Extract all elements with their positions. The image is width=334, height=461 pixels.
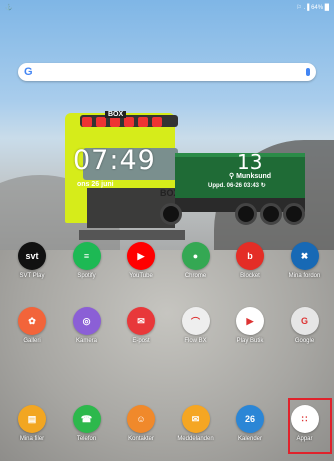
app-label: Google [294, 338, 315, 344]
clock-time[interactable]: 07:49 [73, 145, 156, 176]
messages-icon: ✉ [181, 405, 210, 433]
weather-updated: Uppd. 06-26 03:43 ↻ [208, 183, 266, 189]
app-label: Kontakter [128, 436, 154, 442]
app-label: Kamera [75, 338, 97, 344]
app-label: Flow BX [184, 338, 207, 344]
app-label: Chrome [184, 273, 207, 279]
app-label: Meddelanden [177, 436, 214, 442]
weather-location-text: Munksund [236, 173, 272, 180]
truck-wheel [283, 203, 305, 225]
app-label: Telefon [76, 436, 97, 442]
mina-fordon-icon: ✖ [290, 242, 319, 270]
blocket-icon: b [236, 242, 264, 270]
app-messages[interactable]: ✉ Meddelanden [169, 405, 223, 442]
weather-updated-text: Uppd. 06-26 03:43 [208, 183, 260, 189]
app-label: E-post [132, 338, 150, 344]
google-folder-icon: G [290, 307, 319, 335]
app-files[interactable]: ▤ Mina filer [5, 405, 59, 442]
google-search-bar[interactable]: G [18, 63, 316, 81]
truck-wheel [260, 203, 282, 225]
app-blocket[interactable]: b Blocket [223, 242, 277, 279]
play-store-icon: ▶ [236, 307, 264, 335]
app-mina-fordon[interactable]: ✖ Mina fordon [278, 242, 332, 279]
app-play-store[interactable]: ▶ Play Butik [223, 307, 277, 344]
app-label: Blocket [240, 273, 260, 279]
email-icon: ✉ [127, 307, 155, 335]
clock-date: ons 26 juni [77, 181, 114, 188]
app-label: Play Butik [236, 338, 264, 344]
files-icon: ▤ [18, 405, 46, 433]
app-calendar[interactable]: 26 Kalender [223, 405, 277, 442]
app-phone[interactable]: ☎ Telefon [60, 405, 114, 442]
apps-highlight-box [288, 398, 332, 454]
app-label: Mina fordon [288, 273, 321, 279]
flow-bx-icon: ⌒ [181, 307, 210, 335]
app-flow-bx[interactable]: ⌒ Flow BX [169, 307, 223, 344]
app-label: Spotify [77, 273, 96, 279]
youtube-icon: ▶ [127, 242, 155, 270]
svt-play-icon: svt [18, 242, 46, 270]
app-label: SVT Play [19, 273, 45, 279]
truck-lightbar [80, 115, 178, 127]
truck-wheel [235, 203, 257, 225]
gallery-icon: ✿ [18, 307, 46, 335]
camera-icon: ◎ [72, 307, 101, 335]
truck-wheel [160, 203, 182, 225]
app-label: Kalender [237, 436, 263, 442]
status-left: ⚓ [5, 4, 13, 11]
contacts-icon: ☺ [127, 405, 155, 433]
app-camera[interactable]: ◎ Kamera [60, 307, 114, 344]
app-chrome[interactable]: ● Chrome [169, 242, 223, 279]
home-screen: ⚓ ⚐ .▐ 64% █ G BOX BOX 07:49 ons 26 juni… [0, 0, 334, 461]
weather-temperature[interactable]: 13 [237, 150, 262, 174]
microphone-icon[interactable] [306, 68, 310, 76]
spotify-icon: ≡ [72, 242, 101, 270]
truck-top-logo: BOX [105, 111, 127, 118]
weather-location: ⚲ Munksund [229, 173, 272, 180]
app-email[interactable]: ✉ E-post [114, 307, 168, 344]
app-svt-play[interactable]: svt SVT Play [5, 242, 59, 279]
google-g-icon: G [24, 66, 33, 78]
status-right: ⚐ .▐ 64% █ [296, 4, 329, 11]
truck-bumper [79, 230, 185, 240]
status-bar: ⚓ ⚐ .▐ 64% █ [0, 0, 334, 14]
app-youtube[interactable]: ▶ YouTube [114, 242, 168, 279]
chrome-icon: ● [181, 242, 210, 270]
app-label: YouTube [129, 273, 153, 279]
app-label: Galleri [23, 338, 41, 344]
app-gallery[interactable]: ✿ Galleri [5, 307, 59, 344]
app-google-folder[interactable]: G Google [278, 307, 332, 344]
app-contacts[interactable]: ☺ Kontakter [114, 405, 168, 442]
app-spotify[interactable]: ≡ Spotify [60, 242, 114, 279]
calendar-icon: 26 [236, 405, 264, 433]
app-label: Mina filer [19, 436, 45, 442]
phone-icon: ☎ [72, 405, 101, 433]
